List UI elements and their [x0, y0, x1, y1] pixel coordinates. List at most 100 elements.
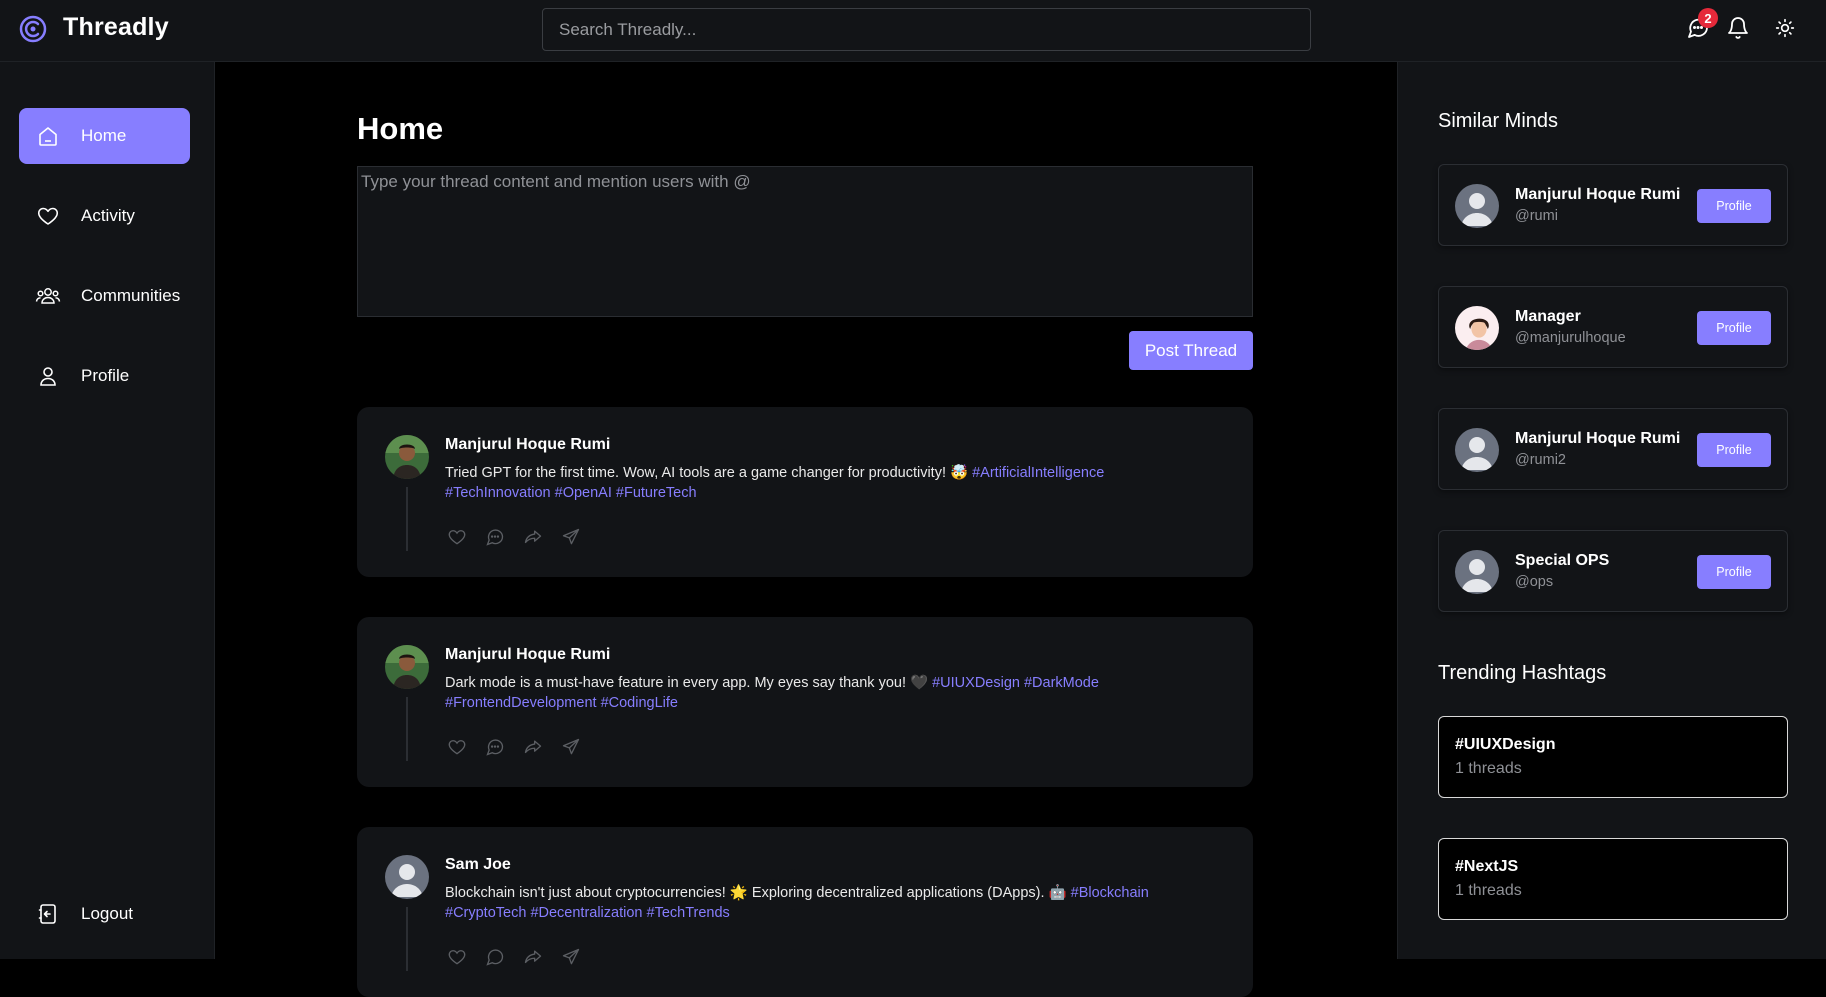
heart-icon	[35, 203, 61, 229]
logout-button[interactable]: Logout	[19, 886, 190, 942]
hashtag-link[interactable]: #ArtificialIntelligence	[972, 465, 1104, 481]
user-icon	[35, 363, 61, 389]
thread-body-text: Blockchain isn't just about cryptocurren…	[445, 885, 1067, 901]
user-handle: @manjurulhoque	[1515, 330, 1626, 346]
sidebar-item-activity[interactable]: Activity	[19, 188, 190, 244]
like-icon[interactable]	[445, 525, 469, 549]
right-sidebar: Similar Minds Manjurul Hoque Rumi @rumi …	[1397, 62, 1826, 959]
similar-minds-title: Similar Minds	[1438, 110, 1559, 132]
sidebar-item-label: Home	[81, 126, 127, 145]
messages-button[interactable]: 2	[1684, 8, 1718, 44]
threadly-logo-icon[interactable]	[18, 14, 48, 44]
home-icon	[35, 123, 61, 149]
hashtag-name: #NextJS	[1455, 858, 1519, 875]
user-handle: @ops	[1515, 574, 1554, 590]
user-name: Manager	[1515, 308, 1581, 325]
logout-icon	[35, 901, 61, 927]
user-card: Manjurul Hoque Rumi @rumi2 Profile	[1438, 408, 1788, 490]
hashtag-thread-count: 1 threads	[1455, 760, 1522, 777]
thread-card: Manjurul Hoque Rumi Dark mode is a must-…	[357, 617, 1253, 787]
theme-toggle-button[interactable]	[1771, 16, 1799, 44]
repost-icon[interactable]	[521, 945, 545, 969]
bell-icon	[1726, 16, 1750, 45]
left-sidebar: Home Activity Communities Profile Logout	[0, 62, 215, 959]
user-handle: @rumi2	[1515, 452, 1566, 468]
logout-label: Logout	[81, 904, 133, 923]
search-input[interactable]	[542, 8, 1311, 51]
author-avatar[interactable]	[385, 855, 429, 899]
thread-connector	[406, 907, 408, 971]
user-name: Manjurul Hoque Rumi	[1515, 430, 1681, 447]
share-icon[interactable]	[559, 525, 583, 549]
thread-actions	[445, 525, 583, 549]
notifications-button[interactable]	[1724, 16, 1752, 44]
hashtag-link[interactable]: #CodingLife	[601, 695, 678, 711]
view-profile-button[interactable]: Profile	[1697, 189, 1771, 223]
sidebar-item-label: Communities	[81, 286, 181, 305]
user-name: Manjurul Hoque Rumi	[1515, 186, 1681, 203]
thread-card: Manjurul Hoque Rumi Tried GPT for the fi…	[357, 407, 1253, 577]
author-avatar[interactable]	[385, 645, 429, 689]
user-card: Manager @manjurulhoque Profile	[1438, 286, 1788, 368]
sidebar-item-profile[interactable]: Profile	[19, 348, 190, 404]
user-handle: @rumi	[1515, 208, 1558, 224]
sidebar-item-communities[interactable]: Communities	[19, 268, 190, 324]
hashtag-name: #UIUXDesign	[1455, 736, 1556, 753]
user-avatar[interactable]	[1455, 428, 1499, 472]
user-avatar[interactable]	[1455, 184, 1499, 228]
like-icon[interactable]	[445, 945, 469, 969]
brand-name[interactable]: Threadly	[63, 13, 169, 42]
thread-composer-input[interactable]	[357, 166, 1253, 317]
thread-card: Sam Joe Blockchain isn't just about cryp…	[357, 827, 1253, 997]
author-name[interactable]: Manjurul Hoque Rumi	[445, 436, 610, 454]
view-profile-button[interactable]: Profile	[1697, 311, 1771, 345]
thread-text: Blockchain isn't just about cryptocurren…	[445, 883, 1165, 923]
main-feed: Home Post Thread Manjurul Hoque Rumi Tri…	[216, 62, 1396, 997]
trending-hashtag-card[interactable]: #NextJS 1 threads	[1438, 838, 1788, 920]
author-avatar[interactable]	[385, 435, 429, 479]
hashtag-link[interactable]: #TechTrends	[647, 905, 730, 921]
thread-connector	[406, 697, 408, 761]
thread-text: Tried GPT for the first time. Wow, AI to…	[445, 463, 1165, 503]
user-avatar[interactable]	[1455, 306, 1499, 350]
thread-actions	[445, 945, 583, 969]
hashtag-link[interactable]: #UIUXDesign	[932, 675, 1020, 691]
hashtag-link[interactable]: #DarkMode	[1024, 675, 1099, 691]
reply-icon[interactable]	[483, 735, 507, 759]
thread-connector	[406, 487, 408, 551]
sidebar-item-label: Profile	[81, 366, 130, 385]
top-bar: Threadly 2	[0, 0, 1826, 62]
thread-body-text: Tried GPT for the first time. Wow, AI to…	[445, 465, 969, 481]
view-profile-button[interactable]: Profile	[1697, 433, 1771, 467]
repost-icon[interactable]	[521, 525, 545, 549]
like-icon[interactable]	[445, 735, 469, 759]
thread-text: Dark mode is a must-have feature in ever…	[445, 673, 1165, 713]
user-card: Special OPS @ops Profile	[1438, 530, 1788, 612]
author-name[interactable]: Sam Joe	[445, 856, 511, 874]
hashtag-link[interactable]: #TechInnovation	[445, 485, 551, 501]
user-name: Special OPS	[1515, 552, 1610, 569]
sidebar-item-home[interactable]: Home	[19, 108, 190, 164]
hashtag-link[interactable]: #Decentralization	[530, 905, 642, 921]
post-thread-button[interactable]: Post Thread	[1129, 331, 1253, 370]
thread-body-text: Dark mode is a must-have feature in ever…	[445, 675, 929, 691]
hashtag-link[interactable]: #OpenAI	[555, 485, 612, 501]
sidebar-item-label: Activity	[81, 206, 135, 225]
user-avatar[interactable]	[1455, 550, 1499, 594]
user-card: Manjurul Hoque Rumi @rumi Profile	[1438, 164, 1788, 246]
trending-hashtags-title: Trending Hashtags	[1438, 662, 1607, 684]
trending-hashtag-card[interactable]: #UIUXDesign 1 threads	[1438, 716, 1788, 798]
hashtag-link[interactable]: #CryptoTech	[445, 905, 526, 921]
reply-icon[interactable]	[483, 525, 507, 549]
share-icon[interactable]	[559, 735, 583, 759]
hashtag-link[interactable]: #Blockchain	[1071, 885, 1149, 901]
repost-icon[interactable]	[521, 735, 545, 759]
reply-icon[interactable]	[483, 945, 507, 969]
view-profile-button[interactable]: Profile	[1697, 555, 1771, 589]
share-icon[interactable]	[559, 945, 583, 969]
hashtag-link[interactable]: #FutureTech	[616, 485, 697, 501]
hashtag-thread-count: 1 threads	[1455, 882, 1522, 899]
author-name[interactable]: Manjurul Hoque Rumi	[445, 646, 610, 664]
hashtag-link[interactable]: #FrontendDevelopment	[445, 695, 597, 711]
message-count-badge: 2	[1698, 8, 1718, 28]
